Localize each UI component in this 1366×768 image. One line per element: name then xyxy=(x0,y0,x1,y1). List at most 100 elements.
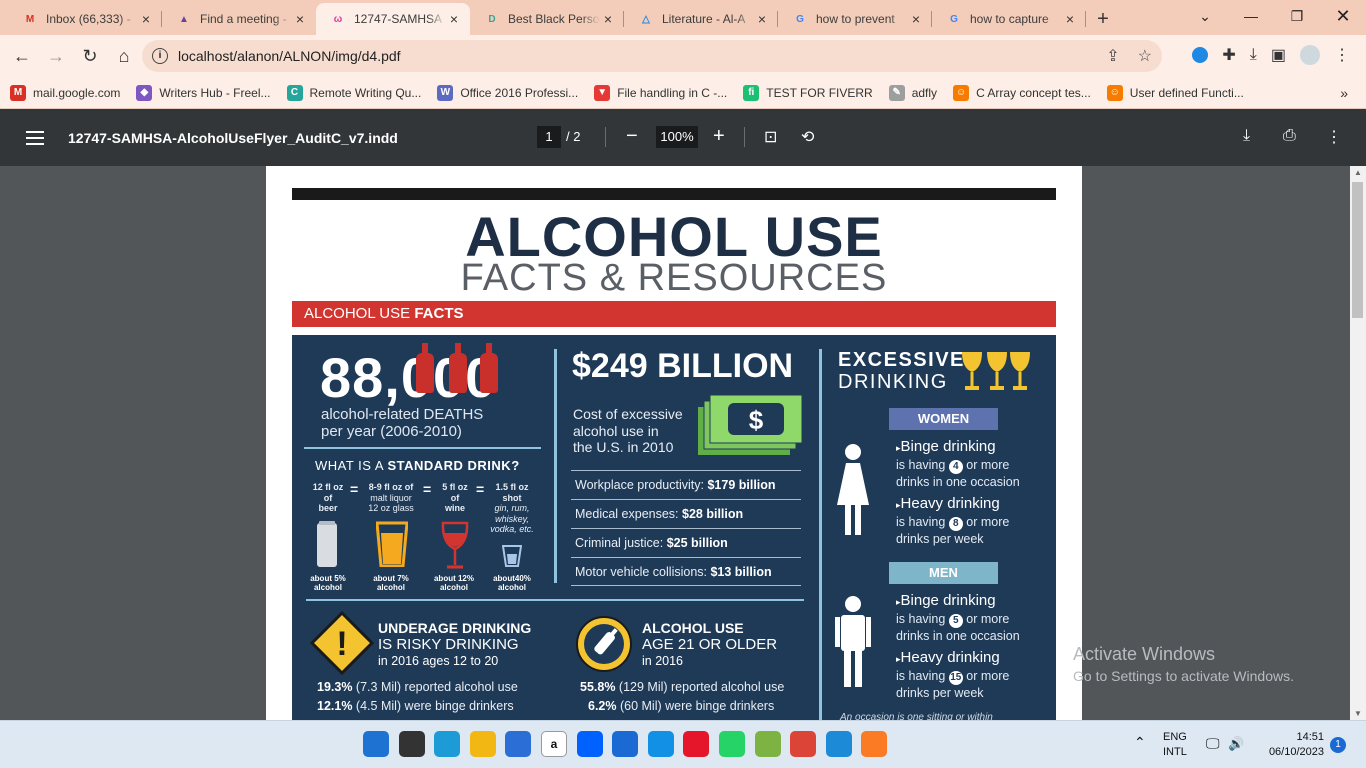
site-info-icon[interactable]: i xyxy=(152,48,168,64)
tab-title: Find a meeting - xyxy=(200,12,287,26)
back-arrow-icon[interactable]: ← xyxy=(6,40,38,72)
scroll-up-icon[interactable]: ▲ xyxy=(1354,168,1362,177)
bookmark-item[interactable]: Mmail.google.com xyxy=(10,84,120,101)
language-indicator[interactable]: ENG INTL xyxy=(1163,730,1187,760)
malt-glass-icon xyxy=(376,521,408,567)
whatsapp-icon[interactable] xyxy=(719,731,745,757)
close-window-icon[interactable]: ✕ xyxy=(1320,0,1366,32)
dropbox-icon[interactable] xyxy=(577,731,603,757)
minimize-icon[interactable]: — xyxy=(1228,0,1274,32)
underage-stats: 19.3% (7.3 Mil) reported alcohol use 12.… xyxy=(317,678,518,716)
bookmark-item[interactable]: ▼ File handling in C -... xyxy=(594,84,727,101)
home-icon[interactable]: ⌂ xyxy=(108,40,140,72)
tab-close-icon[interactable]: × xyxy=(292,11,308,27)
tab-4[interactable]: △ Literature - Al-A × xyxy=(624,3,778,35)
chrome-icon[interactable] xyxy=(790,731,816,757)
xampp-icon[interactable] xyxy=(861,731,887,757)
tab-3[interactable]: D Best Black Perso × xyxy=(470,3,624,35)
forward-arrow-icon[interactable]: → xyxy=(40,40,72,72)
pdf-more-icon[interactable]: ⋮ xyxy=(1326,127,1342,147)
network-icon[interactable]: 🖵 xyxy=(1206,736,1220,751)
pdf-download-icon[interactable]: ⤓ xyxy=(1243,127,1250,145)
bookmark-star-icon[interactable]: ☆ xyxy=(1138,46,1152,66)
store-icon[interactable] xyxy=(505,731,531,757)
tab-close-icon[interactable]: × xyxy=(754,11,770,27)
bookmark-item[interactable]: fi TEST FOR FIVERR xyxy=(743,84,873,101)
bookmark-item[interactable]: ☺ User defined Functi... xyxy=(1106,84,1244,101)
bookmark-item[interactable]: W Office 2016 Professi... xyxy=(437,84,578,101)
pdf-scrollbar[interactable]: ▲ ▼ xyxy=(1350,166,1366,720)
tab-2[interactable]: ω 12747-SAMHSA × xyxy=(316,3,470,35)
sidepanel-icon[interactable]: ▣ xyxy=(1271,45,1286,65)
tab-close-icon[interactable]: × xyxy=(600,11,616,27)
adfly-icon: ✎ xyxy=(888,84,905,101)
reload-icon[interactable]: ↻ xyxy=(74,40,106,72)
scroll-down-icon[interactable]: ▼ xyxy=(1354,709,1362,718)
pdf-menu-icon[interactable] xyxy=(26,130,44,145)
cost-row: Motor vehicle collisions: $13 billion xyxy=(571,557,801,586)
more-bookmarks-icon[interactable]: » xyxy=(1340,85,1348,101)
tab-close-icon[interactable]: × xyxy=(446,11,462,27)
zoom-level-input[interactable]: 100% xyxy=(656,126,698,148)
pct-label: alcohol xyxy=(376,583,405,592)
bottle-icon xyxy=(416,343,434,393)
menu-kebab-icon[interactable]: ⋮ xyxy=(1334,45,1350,65)
bookmark-label: C Array concept tes... xyxy=(976,85,1091,100)
amazon-icon[interactable]: a xyxy=(541,731,567,757)
bookmark-item[interactable]: C Remote Writing Qu... xyxy=(286,84,421,101)
pct-value: about 5% xyxy=(310,574,346,583)
bookmark-item[interactable]: ☺ C Array concept tes... xyxy=(953,84,1091,101)
mail-icon[interactable] xyxy=(612,731,638,757)
extensions-puzzle-icon[interactable]: ✚ xyxy=(1222,45,1235,65)
vscode-icon[interactable] xyxy=(826,731,852,757)
tab-5[interactable]: Ghow to prevent × xyxy=(778,3,932,35)
rotate-icon[interactable]: ⟲ xyxy=(801,127,814,147)
tab-search-chevron-icon[interactable]: ⌄ xyxy=(1182,0,1228,32)
tab-close-icon[interactable]: × xyxy=(908,11,924,27)
pdf-viewer[interactable]: ALCOHOL USE FACTS & RESOURCES ALCOHOL US… xyxy=(0,166,1350,720)
cost-line: Cost of excessive xyxy=(573,406,683,422)
zoom-in-button[interactable]: + xyxy=(713,125,725,147)
task-view-icon[interactable] xyxy=(399,731,425,757)
notification-badge[interactable]: 1 xyxy=(1330,737,1346,753)
scroll-thumb[interactable] xyxy=(1352,182,1363,318)
print-icon[interactable]: ⎙ xyxy=(1283,127,1296,145)
doc-tab-icon: D xyxy=(488,13,496,25)
tab-1[interactable]: ▲ Find a meeting - × xyxy=(162,3,316,35)
underage-line3: in 2016 ages 12 to 20 xyxy=(378,654,499,668)
fit-page-icon[interactable]: ⊡ xyxy=(764,127,777,147)
profile-avatar-icon[interactable] xyxy=(1300,45,1320,65)
download-icon[interactable]: ⤓ xyxy=(1250,46,1257,64)
tray-chevron-icon[interactable]: ⌃ xyxy=(1134,735,1146,750)
section-bold: FACTS xyxy=(414,305,464,322)
url-text[interactable]: localhost/alanon/ALNON/img/d4.pdf xyxy=(178,48,401,64)
share-icon[interactable]: ⇪ xyxy=(1106,46,1119,66)
bookmark-item[interactable]: ◆ Writers Hub - Freel... xyxy=(136,84,271,101)
tab-6[interactable]: Ghow to capture × xyxy=(932,3,1086,35)
tab-close-icon[interactable]: × xyxy=(1062,11,1078,27)
new-tab-button[interactable]: + xyxy=(1086,3,1120,35)
clock[interactable]: 14:51 06/10/2023 xyxy=(1262,730,1324,760)
binge-num: 5 xyxy=(948,613,963,628)
file-explorer-icon[interactable] xyxy=(470,731,496,757)
extension-s-icon[interactable] xyxy=(1192,47,1209,63)
adult-line2: AGE 21 OR OLDER xyxy=(642,636,778,653)
volume-icon[interactable]: 🔊 xyxy=(1228,736,1244,751)
binge-num: 4 xyxy=(948,459,963,474)
restore-icon[interactable]: ❐ xyxy=(1274,0,1320,32)
bluestacks-icon[interactable] xyxy=(755,731,781,757)
windows-start-icon[interactable] xyxy=(363,731,389,757)
address-bar[interactable]: i localhost/alanon/ALNON/img/d4.pdf ⇪ ☆ xyxy=(142,40,1162,72)
page-number-input[interactable]: 1 xyxy=(537,126,561,148)
opera-icon[interactable] xyxy=(683,731,709,757)
heavy-line2: drinks per week xyxy=(896,531,984,546)
bookmark-item[interactable]: ✎ adfly xyxy=(888,84,937,101)
heavy-heading: Heavy drinking xyxy=(900,495,1000,512)
fiverr-icon: fi xyxy=(743,84,760,101)
tab-close-icon[interactable]: × xyxy=(138,11,154,27)
power-automate-icon[interactable] xyxy=(648,731,674,757)
edge-icon[interactable] xyxy=(434,731,460,757)
tab-0[interactable]: M Inbox (66,333) - × xyxy=(8,3,162,35)
adult-heading: ALCOHOL USE AGE 21 OR OLDER in 2016 xyxy=(642,620,777,669)
zoom-out-button[interactable]: − xyxy=(626,125,638,147)
